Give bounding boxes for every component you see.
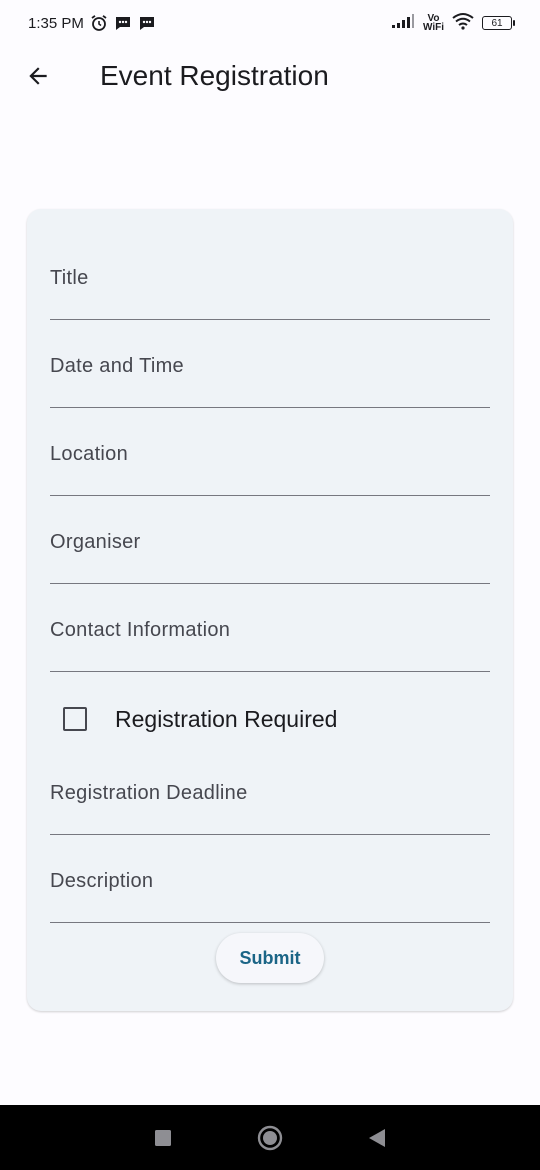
recents-square-icon	[155, 1129, 172, 1146]
submit-button[interactable]: Submit	[216, 933, 324, 983]
date-time-field-label: Date and Time	[50, 355, 184, 377]
status-right: Vo WiFi 61	[391, 12, 515, 35]
registration-required-row[interactable]: Registration Required	[63, 703, 337, 735]
vowifi-indicator: Vo WiFi	[422, 14, 444, 33]
registration-form-card: Title Date and Time Location Organiser C…	[27, 209, 513, 1011]
home-button[interactable]	[250, 1118, 290, 1158]
message-icon	[114, 14, 132, 32]
alarm-icon	[90, 14, 108, 32]
wifi-label: WiFi	[422, 22, 444, 33]
back-button[interactable]	[14, 52, 62, 100]
contact-information-field-label: Contact Information	[50, 619, 231, 641]
location-field-label: Location	[50, 443, 129, 465]
recents-button[interactable]	[143, 1118, 183, 1158]
status-left: 1:35 PM	[28, 14, 156, 32]
registration-required-checkbox[interactable]	[63, 707, 87, 731]
date-time-field[interactable]: Date and Time	[50, 320, 490, 408]
system-nav-bar	[0, 1105, 540, 1170]
wifi-icon	[452, 12, 474, 35]
signal-icon	[391, 13, 415, 34]
description-field[interactable]: Description	[50, 835, 490, 923]
organiser-field-label: Organiser	[50, 531, 141, 553]
location-field[interactable]: Location	[50, 408, 490, 496]
registration-deadline-field-label: Registration Deadline	[50, 782, 248, 804]
message-icon	[138, 14, 156, 32]
arrow-back-icon	[29, 67, 47, 85]
back-triangle-icon	[368, 1128, 385, 1147]
app-bar: Event Registration	[0, 46, 540, 106]
registration-deadline-field[interactable]: Registration Deadline	[50, 747, 490, 835]
battery-icon: 61	[482, 16, 515, 30]
battery-level: 61	[491, 17, 503, 29]
title-field[interactable]: Title	[50, 232, 490, 320]
contact-information-field[interactable]: Contact Information	[50, 584, 490, 672]
organiser-field[interactable]: Organiser	[50, 496, 490, 584]
registration-required-label: Registration Required	[115, 705, 338, 732]
home-circle-icon	[257, 1125, 283, 1150]
back-nav-button[interactable]	[357, 1118, 397, 1158]
title-field-label: Title	[50, 267, 89, 289]
status-bar: 1:35 PM Vo WiFi 61	[0, 0, 540, 46]
description-field-label: Description	[50, 870, 154, 892]
status-time: 1:35 PM	[28, 14, 84, 32]
page-title: Event Registration	[100, 60, 329, 91]
